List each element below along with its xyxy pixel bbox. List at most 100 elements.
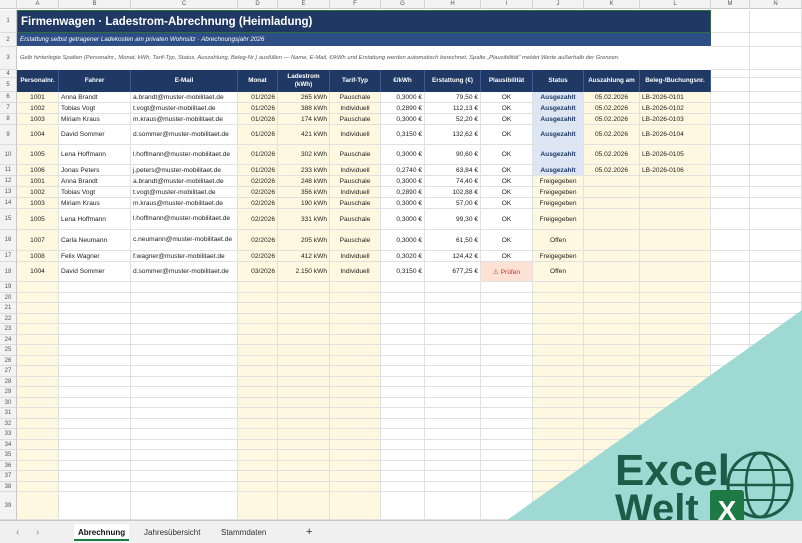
cell-plausibilitaet[interactable]: OK	[481, 165, 533, 176]
empty-cell[interactable]	[330, 439, 381, 450]
cell-fahrer[interactable]: Tobias Vogt	[59, 103, 131, 114]
empty-cell[interactable]	[278, 355, 330, 366]
header-monat[interactable]: Monat	[238, 70, 278, 92]
empty-cell[interactable]	[330, 345, 381, 356]
row-number-20[interactable]: 20	[0, 292, 17, 303]
cell-monat[interactable]: 01/2026	[238, 125, 278, 145]
cell-plausibilitaet[interactable]: OK	[481, 198, 533, 209]
header-ladestrom[interactable]: Ladestrom (kWh)	[278, 70, 330, 92]
empty-cell[interactable]	[238, 450, 278, 461]
empty-cell[interactable]	[330, 429, 381, 440]
cell-ladestrom[interactable]: 174 kWh	[278, 114, 330, 125]
empty-cell[interactable]	[381, 439, 425, 450]
cell-erstattung[interactable]: 132,62 €	[425, 125, 481, 145]
empty-cell[interactable]	[425, 282, 481, 293]
empty-cell[interactable]	[59, 345, 131, 356]
cell-plausibilitaet[interactable]: ⚠ Prüfen	[481, 262, 533, 282]
empty-cell[interactable]	[711, 282, 750, 293]
row-number-35[interactable]: 35	[0, 450, 17, 461]
empty-cell[interactable]	[278, 439, 330, 450]
cell-email[interactable]: f.wagner@muster-mobilitaet.de	[131, 251, 238, 262]
empty-cell[interactable]	[711, 198, 750, 209]
header-plausibilitaet[interactable]: Plausibilität	[481, 70, 533, 92]
column-letter-c[interactable]: C	[131, 0, 238, 9]
empty-cell[interactable]	[381, 387, 425, 398]
empty-cell[interactable]	[278, 313, 330, 324]
cell-status[interactable]: Ausgezahlt	[533, 145, 584, 165]
empty-cell[interactable]	[131, 492, 238, 520]
empty-cell[interactable]	[278, 345, 330, 356]
empty-cell[interactable]	[131, 292, 238, 303]
add-sheet-button[interactable]: +	[302, 524, 316, 541]
empty-cell[interactable]	[330, 366, 381, 377]
cell-monat[interactable]: 02/2026	[238, 209, 278, 230]
cell-fahrer[interactable]: Carla Neumann	[59, 230, 131, 251]
empty-cell[interactable]	[238, 366, 278, 377]
cell-personalnr[interactable]: 1001	[17, 176, 59, 187]
row-number-24[interactable]: 24	[0, 334, 17, 345]
cell-monat[interactable]: 01/2026	[238, 92, 278, 103]
column-letter-a[interactable]: A	[17, 0, 59, 9]
row-number-6[interactable]: 6	[0, 92, 17, 103]
cell-personalnr[interactable]: 1005	[17, 209, 59, 230]
empty-cell[interactable]	[278, 397, 330, 408]
cell-beleg[interactable]: LB-2026-0104	[640, 125, 711, 145]
cell-ladestrom[interactable]: 205 kWh	[278, 230, 330, 251]
cell-auszahlung[interactable]: 05.02.2026	[584, 145, 640, 165]
empty-cell[interactable]	[238, 303, 278, 314]
cell-ladestrom[interactable]: 331 kWh	[278, 209, 330, 230]
row-number-7[interactable]: 7	[0, 103, 17, 114]
cell-email[interactable]: t.vogt@muster-mobilitaet.de	[131, 187, 238, 198]
empty-cell[interactable]	[381, 481, 425, 492]
cell-ladestrom[interactable]: 265 kWh	[278, 92, 330, 103]
cell-status[interactable]: Ausgezahlt	[533, 114, 584, 125]
header-email[interactable]: E-Mail	[131, 70, 238, 92]
empty-cell[interactable]	[17, 324, 59, 335]
cell-personalnr[interactable]: 1003	[17, 114, 59, 125]
empty-cell[interactable]	[17, 366, 59, 377]
empty-cell[interactable]	[750, 262, 802, 282]
empty-cell[interactable]	[59, 292, 131, 303]
cell-tarif[interactable]: Pauschale	[330, 145, 381, 165]
empty-cell[interactable]	[330, 450, 381, 461]
cell-personalnr[interactable]: 1007	[17, 230, 59, 251]
cell-beleg[interactable]: LB-2026-0106	[640, 165, 711, 176]
cell-plausibilitaet[interactable]: OK	[481, 187, 533, 198]
empty-cell[interactable]	[381, 418, 425, 429]
empty-cell[interactable]	[238, 397, 278, 408]
empty-cell[interactable]	[131, 355, 238, 366]
empty-cell[interactable]	[17, 334, 59, 345]
empty-cell[interactable]	[381, 366, 425, 377]
empty-cell[interactable]	[238, 376, 278, 387]
empty-cell[interactable]	[59, 429, 131, 440]
cell-ladestrom[interactable]: 356 kWh	[278, 187, 330, 198]
empty-cell[interactable]	[711, 70, 750, 78]
empty-cell[interactable]	[381, 292, 425, 303]
empty-cell[interactable]	[17, 292, 59, 303]
row-number-8[interactable]: 8	[0, 114, 17, 125]
cell-fahrer[interactable]: David Sommer	[59, 125, 131, 145]
empty-cell[interactable]	[750, 78, 802, 92]
empty-cell[interactable]	[381, 429, 425, 440]
header-personalnr[interactable]: Personalnr.	[17, 70, 59, 92]
empty-cell[interactable]	[238, 313, 278, 324]
empty-cell[interactable]	[330, 334, 381, 345]
empty-cell[interactable]	[381, 450, 425, 461]
cell-status[interactable]: Ausgezahlt	[533, 125, 584, 145]
empty-cell[interactable]	[750, 187, 802, 198]
column-letter-l[interactable]: L	[640, 0, 711, 9]
empty-cell[interactable]	[278, 303, 330, 314]
cell-email[interactable]: m.kraus@muster-mobilitaet.de	[131, 198, 238, 209]
column-letter-k[interactable]: K	[584, 0, 640, 9]
empty-cell[interactable]	[278, 450, 330, 461]
cell-email[interactable]: c.neumann@muster-mobilitaet.de	[131, 230, 238, 251]
empty-cell[interactable]	[330, 282, 381, 293]
column-letter-e[interactable]: E	[278, 0, 330, 9]
empty-cell[interactable]	[330, 481, 381, 492]
cell-personalnr[interactable]: 1002	[17, 187, 59, 198]
empty-cell[interactable]	[59, 282, 131, 293]
empty-cell[interactable]	[381, 376, 425, 387]
empty-cell[interactable]	[278, 366, 330, 377]
empty-cell[interactable]	[381, 303, 425, 314]
cell-plausibilitaet[interactable]: OK	[481, 92, 533, 103]
